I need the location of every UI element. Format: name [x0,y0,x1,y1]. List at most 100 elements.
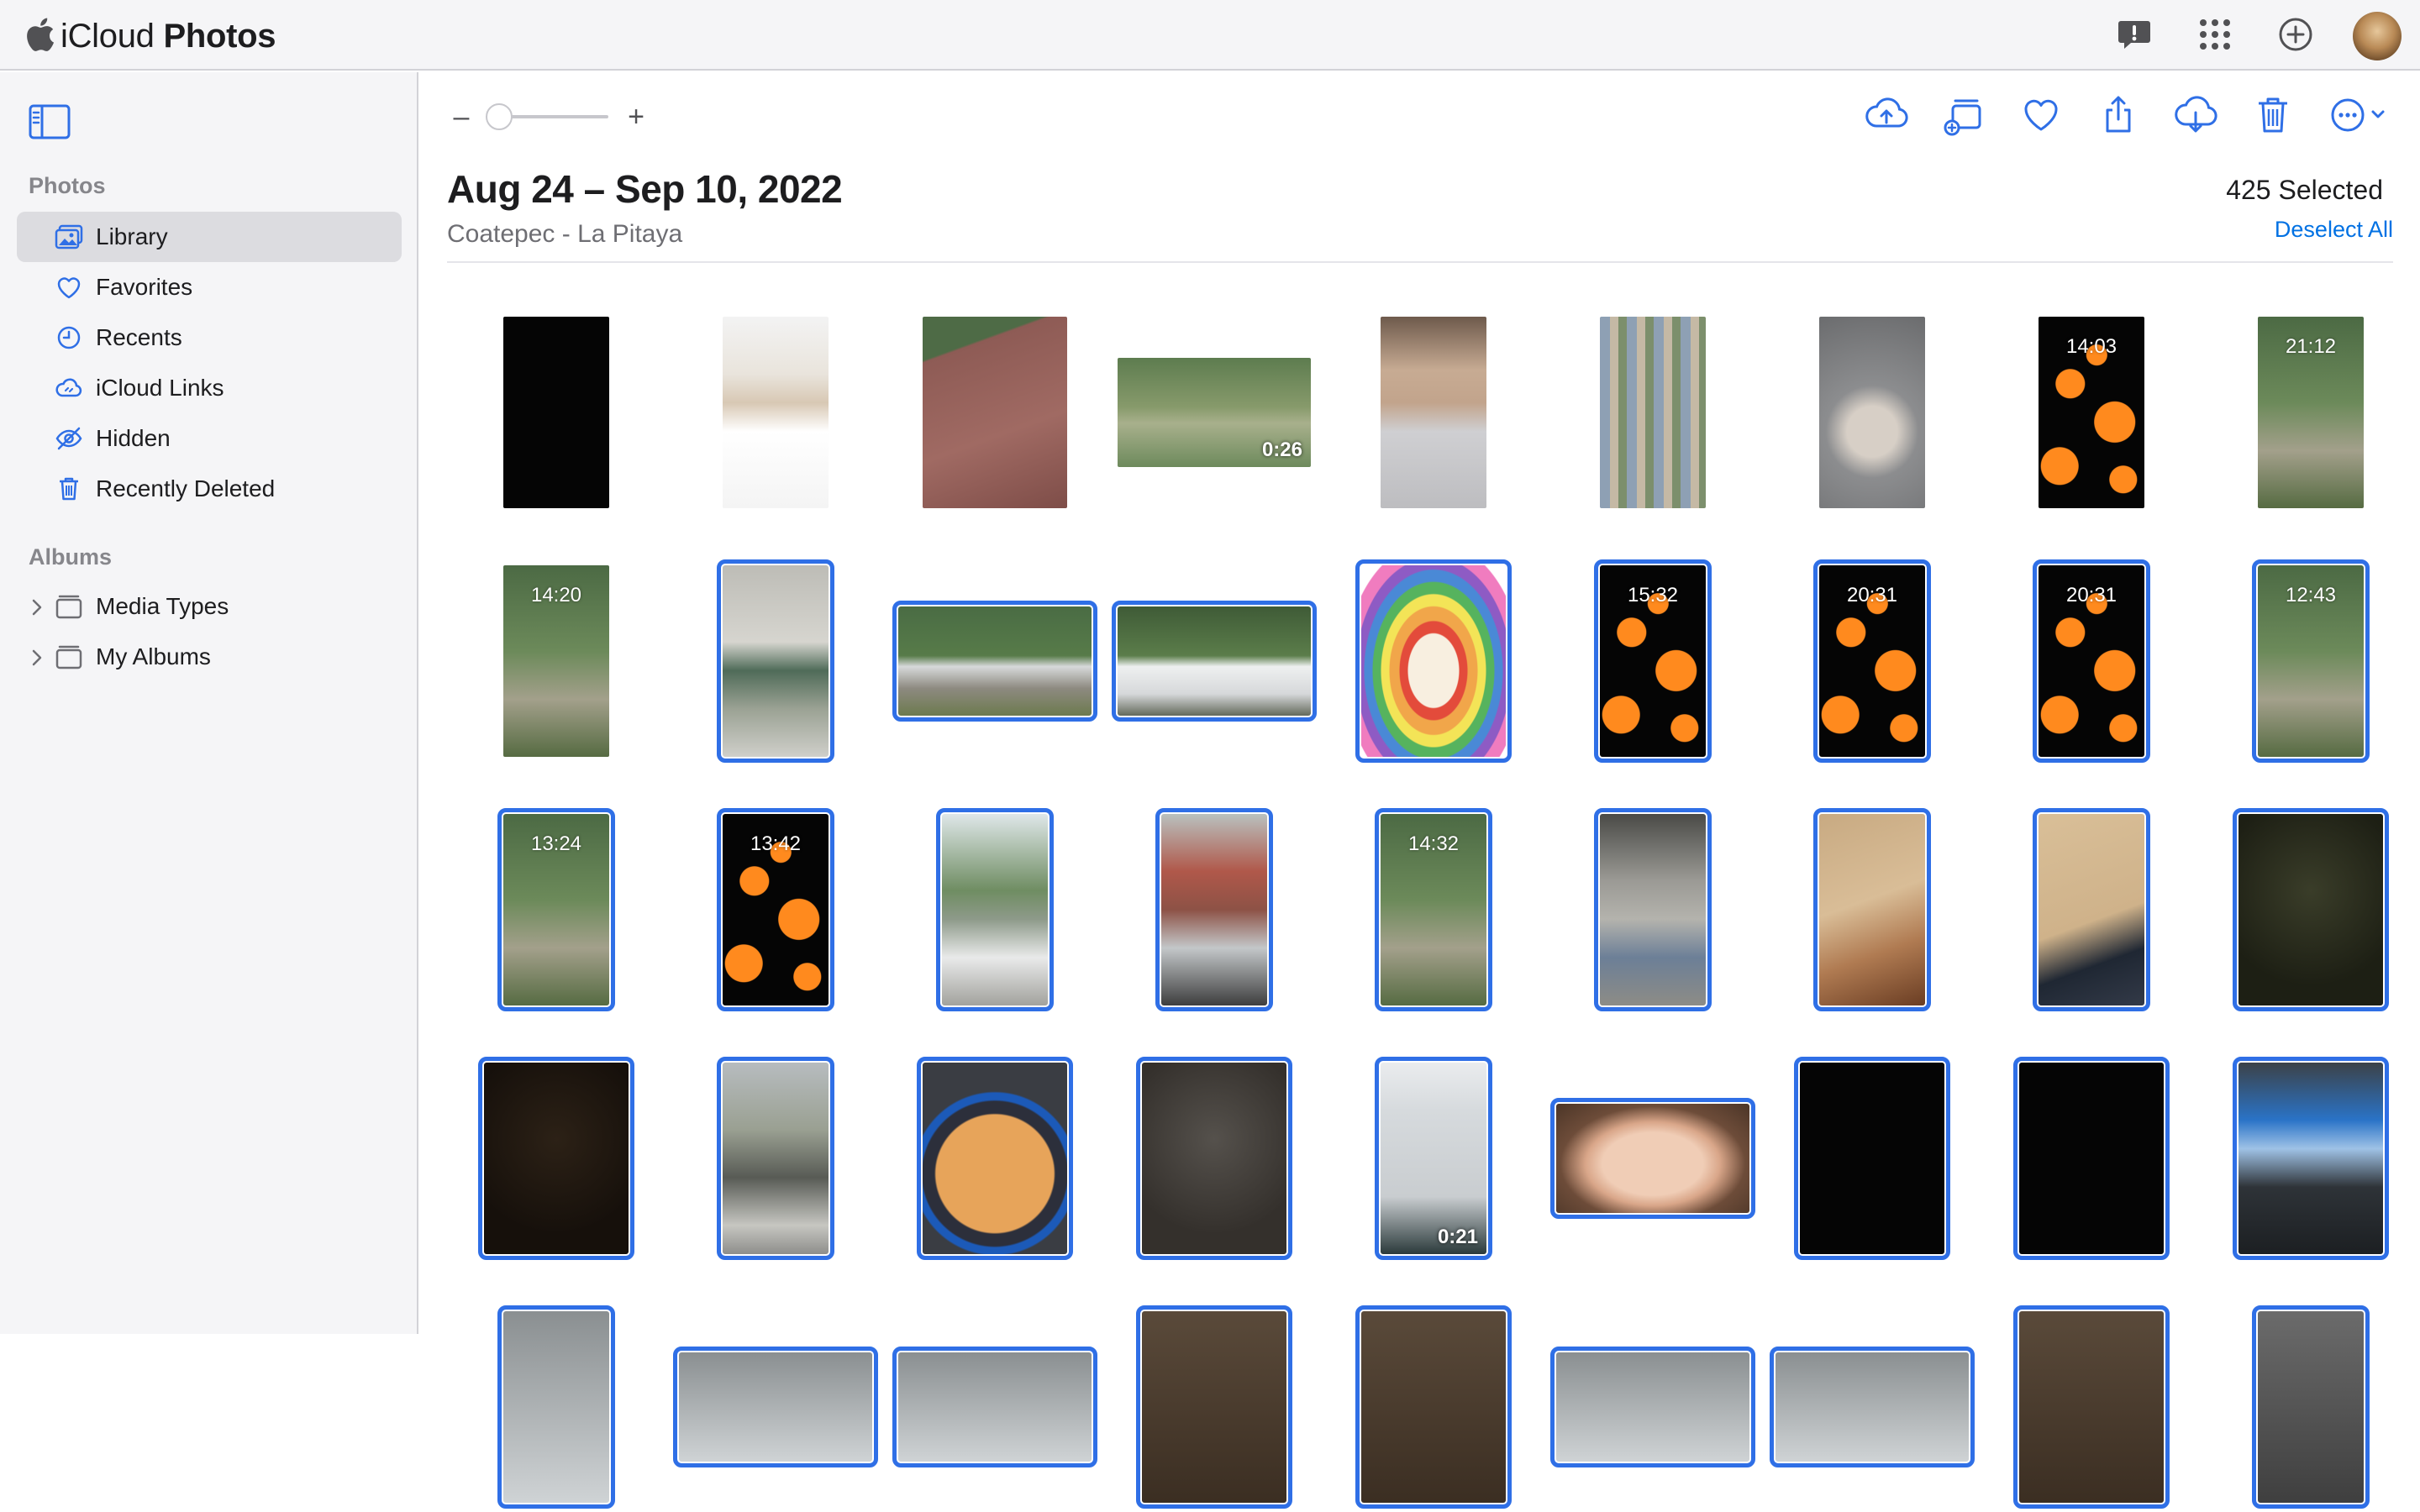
photo-thumbnail[interactable] [1550,1347,1755,1467]
sidebar-item-library[interactable]: Library [17,212,402,262]
photo-thumbnail[interactable] [503,317,609,508]
sidebar-item-recently-deleted[interactable]: Recently Deleted [17,464,402,514]
photo-thumbnail[interactable] [673,1347,878,1467]
photo-cell[interactable]: 14:03 [1991,307,2192,517]
photo-thumbnail[interactable]: 13:24 [497,808,615,1011]
photo-cell[interactable] [1552,307,1754,517]
photo-thumbnail[interactable]: 14:03 [2039,317,2144,508]
photo-thumbnail[interactable] [2013,1057,2170,1260]
photo-thumbnail[interactable] [1136,1057,1292,1260]
photo-thumbnail[interactable] [1136,1305,1292,1509]
photo-cell[interactable]: 0:21 [1333,1053,1534,1263]
app-grid-button[interactable] [2191,13,2238,60]
photo-thumbnail[interactable] [717,559,834,763]
share-button[interactable] [2094,92,2143,141]
photo-thumbnail[interactable] [1155,808,1273,1011]
photo-thumbnail[interactable] [1819,317,1925,508]
photo-thumbnail[interactable] [923,317,1067,508]
sidebar-toggle-button[interactable] [27,99,72,144]
sidebar-item-recents[interactable]: Recents [17,312,402,363]
photo-cell[interactable] [1333,556,1534,766]
photo-cell[interactable] [455,307,657,517]
zoom-slider[interactable] [486,103,608,130]
sidebar-item-hidden[interactable]: Hidden [17,413,402,464]
sidebar-item-my-albums[interactable]: My Albums [17,632,402,682]
photo-cell[interactable] [675,307,876,517]
photo-thumbnail[interactable]: 12:43 [2252,559,2370,763]
more-button[interactable] [2326,92,2393,141]
sidebar-item-media-types[interactable]: Media Types [17,581,402,632]
photo-thumbnail[interactable]: 14:20 [503,565,609,757]
photo-thumbnail[interactable] [2233,808,2389,1011]
brand[interactable]: iCloud Photos [25,15,276,57]
download-button[interactable] [2171,92,2220,141]
photo-cell[interactable] [1991,1053,2192,1263]
photo-thumbnail[interactable] [917,1057,1073,1260]
photo-thumbnail[interactable]: 20:31 [1813,559,1931,763]
photo-cell[interactable] [1552,805,1754,1015]
photo-thumbnail[interactable] [1355,1305,1512,1509]
photo-cell[interactable] [675,1053,876,1263]
photo-cell[interactable] [894,307,1096,517]
photo-cell[interactable] [1112,556,1317,766]
photo-cell[interactable] [1333,307,1534,517]
photo-thumbnail[interactable] [1594,808,1712,1011]
photo-cell[interactable]: 0:26 [1113,307,1315,517]
photo-thumbnail[interactable] [2233,1057,2389,1260]
photo-cell[interactable]: 13:42 [675,805,876,1015]
photo-cell[interactable]: 13:24 [455,805,657,1015]
photo-cell[interactable] [675,556,876,766]
photo-cell[interactable] [1771,307,1973,517]
photo-thumbnail[interactable] [1355,559,1512,763]
photo-thumbnail[interactable] [2033,808,2150,1011]
zoom-out-button[interactable]: – [449,102,474,131]
photo-cell[interactable] [1771,805,1973,1015]
photo-thumbnail[interactable] [1381,317,1486,508]
photo-thumbnail[interactable] [936,808,1054,1011]
photo-thumbnail[interactable] [892,601,1097,722]
photo-cell[interactable] [894,805,1096,1015]
photo-thumbnail[interactable] [892,1347,1097,1467]
photo-thumbnail[interactable] [478,1057,634,1260]
photo-cell[interactable] [892,556,1097,766]
photo-cell[interactable]: 14:32 [1333,805,1534,1015]
chevron-right-icon[interactable] [29,596,45,617]
photo-thumbnail[interactable]: 0:26 [1118,358,1311,467]
photo-cell[interactable] [1113,805,1315,1015]
photo-cell[interactable] [455,1053,657,1263]
favorite-button[interactable] [2017,92,2065,141]
photo-thumbnail[interactable] [1550,1098,1755,1219]
photo-thumbnail[interactable]: 0:21 [1375,1057,1492,1260]
zoom-slider-knob[interactable] [486,103,513,130]
photo-cell[interactable]: 12:43 [2210,556,2412,766]
chevron-right-icon[interactable] [29,647,45,667]
photo-cell[interactable] [1771,1053,1973,1263]
zoom-in-button[interactable]: + [623,102,649,131]
photo-cell[interactable] [2210,805,2412,1015]
add-to-album-button[interactable] [1939,92,1988,141]
photo-thumbnail[interactable]: 21:12 [2258,317,2364,508]
upload-button[interactable] [1862,92,1911,141]
photo-thumbnail[interactable] [717,1057,834,1260]
feedback-button[interactable] [2111,13,2158,60]
photo-thumbnail[interactable]: 20:31 [2033,559,2150,763]
photo-cell[interactable]: 21:12 [2210,307,2412,517]
photo-thumbnail[interactable]: 15:32 [1594,559,1712,763]
photo-cell[interactable] [2210,1053,2412,1263]
photo-thumbnail[interactable] [2252,1305,2370,1509]
photo-cell[interactable]: 20:31 [1991,556,2192,766]
add-button[interactable] [2272,13,2319,60]
sidebar-item-icloud-links[interactable]: iCloud Links [17,363,402,413]
deselect-all-button[interactable]: Deselect All [2275,217,2393,243]
photo-thumbnail[interactable] [723,317,829,508]
avatar[interactable] [2353,12,2402,60]
photo-cell[interactable]: 15:32 [1552,556,1754,766]
sidebar-item-favorites[interactable]: Favorites [17,262,402,312]
photo-thumbnail[interactable]: 14:32 [1375,808,1492,1011]
photo-cell[interactable] [1113,1053,1315,1263]
photo-thumbnail[interactable] [1770,1347,1975,1467]
photo-thumbnail[interactable] [1794,1057,1950,1260]
delete-button[interactable] [2249,92,2297,141]
photo-thumbnail[interactable] [1112,601,1317,722]
photo-thumbnail[interactable] [1813,808,1931,1011]
